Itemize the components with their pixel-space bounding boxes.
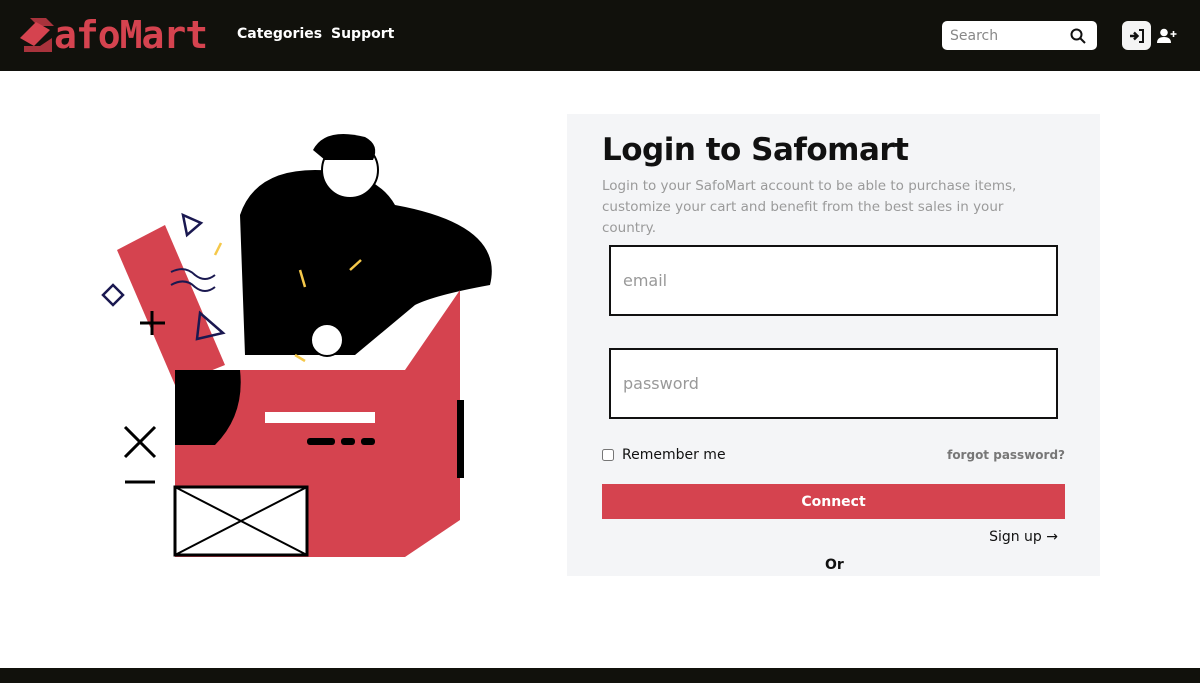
remember-me[interactable]: Remember me	[602, 447, 726, 463]
login-card: Login to Safomart Login to your SafoMart…	[567, 114, 1100, 576]
remember-me-label: Remember me	[622, 447, 726, 463]
arrow-right-icon: →	[1046, 529, 1058, 545]
remember-me-checkbox[interactable]	[602, 449, 614, 461]
password-field[interactable]	[609, 348, 1058, 419]
search-box	[942, 21, 1097, 50]
logo[interactable]: afoMart	[16, 13, 208, 57]
search-icon[interactable]	[1070, 28, 1086, 44]
login-title: Login to Safomart	[602, 132, 909, 168]
register-button[interactable]	[1152, 21, 1181, 50]
navbar: afoMart Categories Support	[0, 0, 1200, 71]
connect-button[interactable]: Connect	[602, 484, 1065, 519]
sign-up-link[interactable]: Sign up →	[989, 529, 1058, 545]
nav-support[interactable]: Support	[331, 26, 394, 42]
forgot-password-link[interactable]: forgot password?	[947, 448, 1065, 462]
footer	[0, 668, 1200, 683]
login-button[interactable]	[1122, 21, 1151, 50]
login-icon	[1129, 28, 1144, 43]
logo-s-icon	[20, 18, 54, 52]
nav-categories[interactable]: Categories	[237, 26, 322, 42]
add-user-icon	[1156, 28, 1176, 43]
email-field[interactable]	[609, 245, 1058, 316]
or-divider: Or	[825, 557, 844, 573]
shopping-box-illustration	[101, 133, 492, 557]
search-input[interactable]	[950, 27, 1070, 44]
sign-up-label: Sign up	[989, 529, 1042, 545]
login-description: Login to your SafoMart account to be abl…	[602, 178, 1017, 236]
